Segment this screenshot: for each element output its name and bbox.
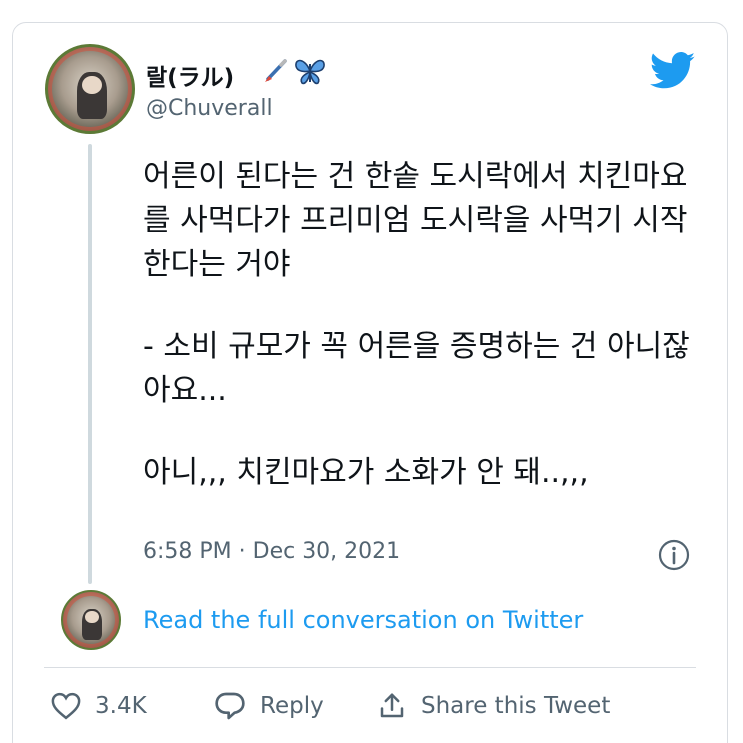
avatar-face — [81, 75, 102, 95]
author-handle[interactable]: @Chuverall — [146, 96, 273, 121]
tweet-paragraph: 아니,,, 치킨마요가 소화가 안 돼..,,, — [143, 455, 589, 490]
info-icon[interactable] — [657, 538, 691, 572]
tweet-paragraph: 어른이 된다는 건 한솥 도시락에서 치킨마요를 사먹다가 프리미엄 도시락을 … — [143, 159, 688, 282]
thread-connector-line — [88, 144, 92, 584]
reply-button[interactable]: Reply — [214, 686, 324, 726]
share-button[interactable]: Share this Tweet — [377, 686, 610, 726]
read-full-conversation-link[interactable]: Read the full conversation on Twitter — [143, 606, 583, 634]
like-button[interactable]: 3.4K — [51, 686, 147, 726]
butterfly-emoji-icon — [295, 59, 325, 85]
paintbrush-emoji-icon — [265, 59, 287, 82]
viewer-avatar[interactable] — [61, 590, 121, 650]
reply-label: Reply — [260, 693, 324, 719]
tweet-paragraph: - 소비 규모가 꼭 어른을 증명하는 건 아니잖아요... — [143, 329, 690, 408]
actions-divider — [44, 667, 696, 668]
share-upload-icon — [380, 693, 404, 718]
like-count: 3.4K — [95, 693, 147, 719]
author-display-name[interactable]: 랄(ラル) — [146, 58, 234, 92]
share-label: Share this Tweet — [421, 693, 611, 719]
tweet-timestamp[interactable]: 6:58 PM · Dec 30, 2021 — [143, 539, 400, 564]
twitter-logo-icon[interactable] — [650, 52, 696, 90]
heart-icon — [51, 692, 81, 720]
reply-bubble-icon — [215, 692, 245, 720]
author-avatar[interactable] — [45, 44, 135, 134]
tweet-body: 어른이 된다는 건 한솥 도시락에서 치킨마요를 사먹다가 프리미엄 도시락을 … — [143, 155, 703, 495]
